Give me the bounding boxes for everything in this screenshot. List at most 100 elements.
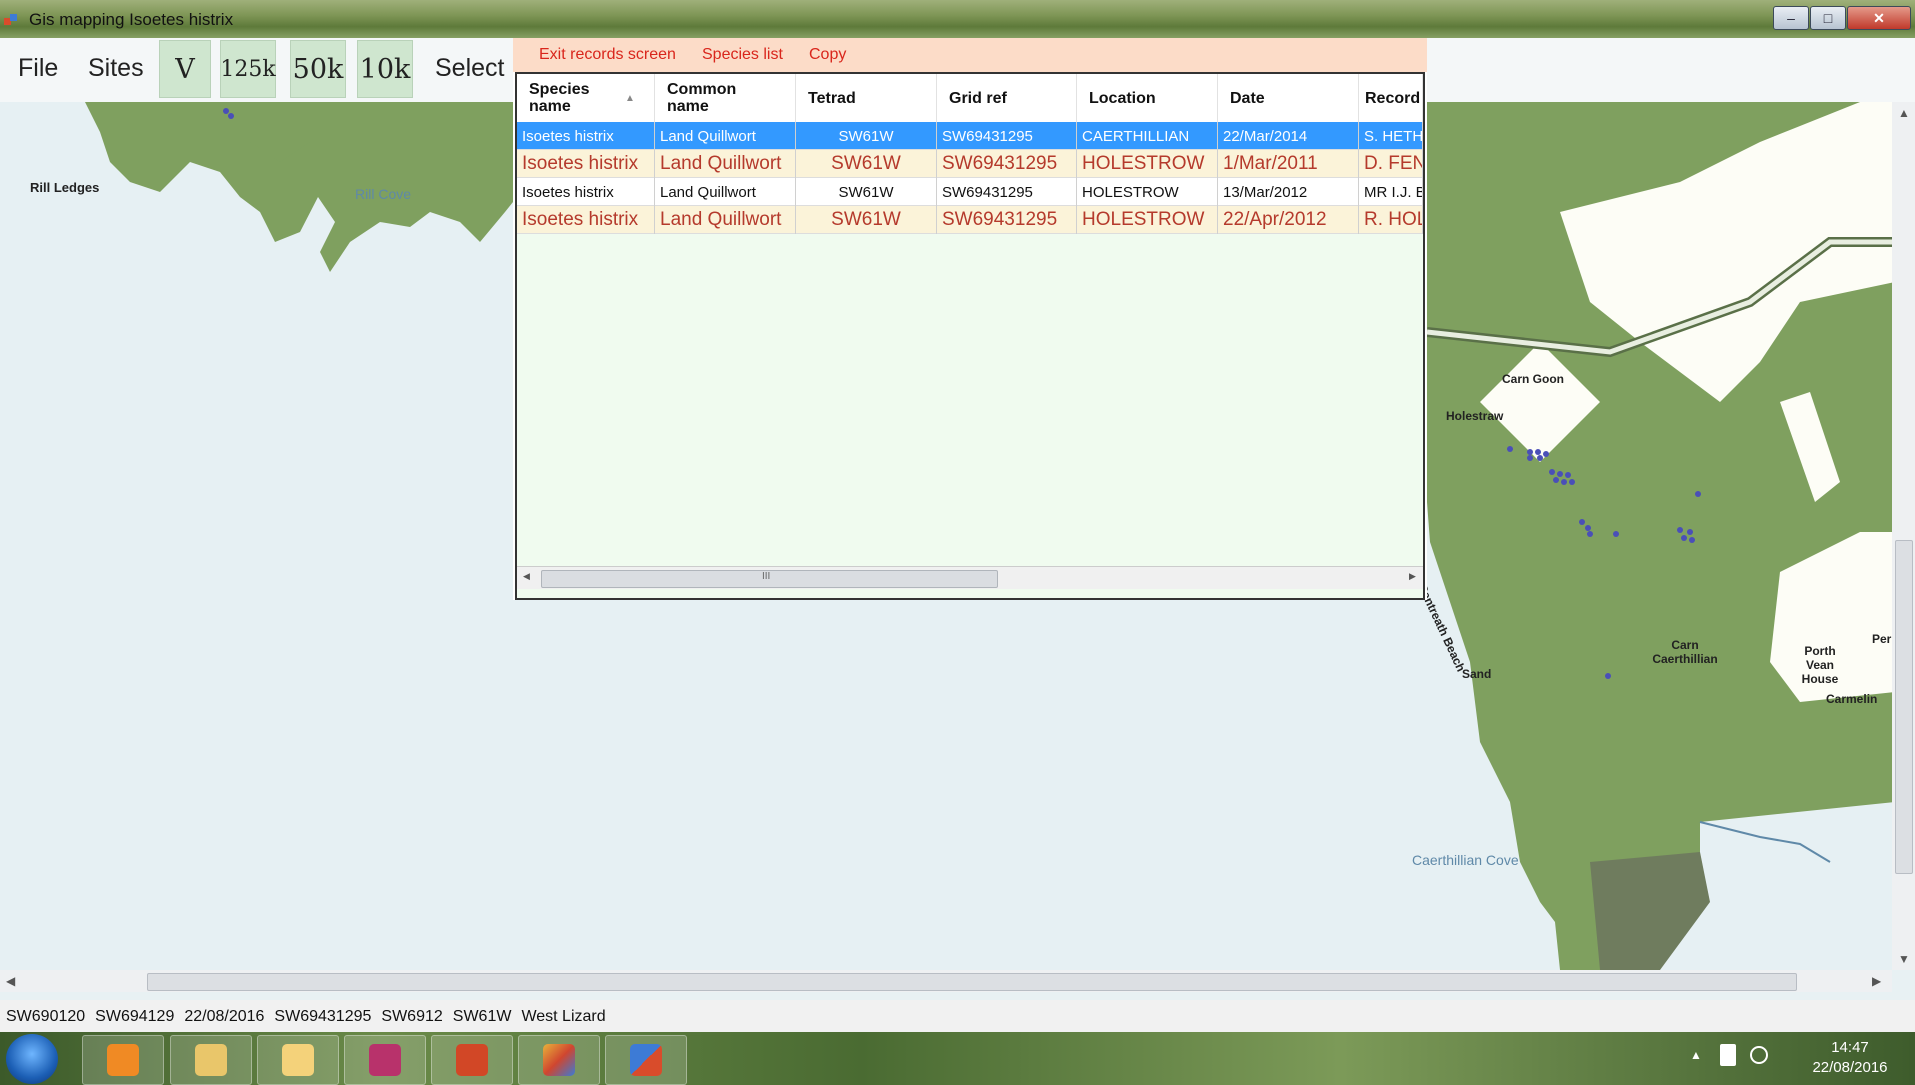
map-label-carn-caerthillian: Carn Caerthillian: [1652, 638, 1718, 666]
scroll-up-arrow-icon[interactable]: ▲: [1898, 106, 1910, 120]
cell-gridref[interactable]: SW69431295: [937, 178, 1077, 206]
cell-date[interactable]: 22/Apr/2012: [1218, 206, 1359, 234]
copy-button[interactable]: Copy: [809, 46, 846, 64]
taskbar-media-player[interactable]: [82, 1035, 164, 1085]
cell-location[interactable]: CAERTHILLIAN: [1077, 122, 1218, 150]
records-menu-bar: Exit records screen Species list Copy: [513, 38, 1427, 72]
cell-gridref[interactable]: SW69431295: [937, 206, 1077, 234]
cell-species[interactable]: Isoetes histrix: [517, 122, 655, 150]
scroll-left-arrow-icon[interactable]: ◀: [6, 974, 15, 988]
scale-button-50k[interactable]: 50k: [290, 40, 346, 98]
scale-button-10k[interactable]: 10k: [357, 40, 413, 98]
taskbar-explorer[interactable]: [170, 1035, 252, 1085]
scroll-right-arrow-icon[interactable]: ▶: [1872, 974, 1881, 988]
cell-recorder[interactable]: S. HETH: [1359, 122, 1423, 150]
table-row[interactable]: Isoetes histrix Land Quillwort SW61W SW6943…: [517, 178, 1423, 206]
minimize-button[interactable]: –: [1773, 6, 1809, 30]
show-hidden-icons-icon[interactable]: ▲: [1690, 1048, 1702, 1062]
map-horizontal-scrollbar[interactable]: ◀ ▶: [0, 970, 1892, 992]
col-header-species-label: Species name: [529, 81, 590, 115]
status-bar: SW690120 SW694129 22/08/2016 SW69431295 …: [0, 1000, 1915, 1032]
cell-common[interactable]: Land Quillwort: [655, 122, 796, 150]
window-title-bar: Gis mapping Isoetes histrix – □ ✕: [0, 0, 1915, 38]
maximize-button[interactable]: □: [1810, 6, 1846, 30]
grid-scroll-left-icon[interactable]: ◀: [523, 571, 530, 582]
map-horizontal-scroll-thumb[interactable]: [147, 973, 1797, 991]
col-header-date[interactable]: Date: [1218, 74, 1359, 122]
map-label-rill-cove: Rill Cove: [355, 186, 412, 202]
scale-button-v[interactable]: V: [159, 40, 211, 98]
taskbar-paint[interactable]: [518, 1035, 600, 1085]
map-label-sand: Sand: [1462, 667, 1492, 681]
taskbar-outlook[interactable]: [257, 1035, 339, 1085]
grid-scroll-right-icon[interactable]: ▶: [1409, 571, 1416, 582]
grid-header: Species name ▲ Common name Tetrad Grid r…: [517, 74, 1423, 123]
cell-tetrad[interactable]: SW61W: [796, 122, 937, 150]
species-list-button[interactable]: Species list: [702, 46, 783, 64]
col-header-gridref-label: Grid ref: [949, 89, 1007, 107]
taskbar-clock[interactable]: 14:47 22/08/2016: [1795, 1038, 1905, 1078]
cell-gridref[interactable]: SW69431295: [937, 122, 1077, 150]
col-header-location[interactable]: Location: [1077, 74, 1218, 122]
cell-tetrad[interactable]: SW61W: [796, 150, 937, 178]
cell-common[interactable]: Land Quillwort: [655, 150, 796, 178]
table-row[interactable]: Isoetes histrix Land Quillwort SW61W SW6943…: [517, 122, 1423, 150]
table-row[interactable]: Isoetes histrix Land Quillwort SW61W SW6943…: [517, 150, 1423, 178]
cell-species[interactable]: Isoetes histrix: [517, 150, 655, 178]
col-header-recorder[interactable]: Record: [1359, 74, 1423, 122]
close-button[interactable]: ✕: [1847, 6, 1911, 30]
access-icon: [369, 1044, 401, 1076]
col-header-tetrad[interactable]: Tetrad: [796, 74, 937, 122]
sync-icon[interactable]: [1750, 1046, 1768, 1064]
records-grid[interactable]: Species name ▲ Common name Tetrad Grid r…: [515, 72, 1425, 600]
menu-select[interactable]: Select: [435, 54, 504, 83]
cell-gridref[interactable]: SW69431295: [937, 150, 1077, 178]
table-row[interactable]: Isoetes histrix Land Quillwort SW61W SW6943…: [517, 206, 1423, 234]
status-items: SW690120 SW694129 22/08/2016 SW69431295 …: [6, 1008, 606, 1026]
menu-sites[interactable]: Sites: [88, 54, 144, 83]
map-vertical-scroll-thumb[interactable]: [1895, 540, 1913, 874]
cell-tetrad[interactable]: SW61W: [796, 178, 937, 206]
status-date: 22/08/2016: [184, 1008, 265, 1025]
cell-species[interactable]: Isoetes histrix: [517, 178, 655, 206]
cell-date[interactable]: 13/Mar/2012: [1218, 178, 1359, 206]
start-button-icon[interactable]: [6, 1034, 58, 1084]
clock-time: 14:47: [1831, 1039, 1869, 1056]
col-header-location-label: Location: [1089, 89, 1156, 107]
exit-records-button[interactable]: Exit records screen: [539, 46, 676, 64]
cell-date[interactable]: 1/Mar/2011: [1218, 150, 1359, 178]
taskbar-powerpoint[interactable]: [431, 1035, 513, 1085]
status-square: SW6912: [381, 1008, 443, 1025]
app-icon: [4, 14, 17, 25]
taskbar-access[interactable]: [344, 1035, 426, 1085]
map-vertical-scrollbar[interactable]: ▲ ▼: [1892, 102, 1915, 970]
col-header-common[interactable]: Common name: [655, 74, 796, 122]
map-label-per: Per: [1872, 632, 1892, 646]
taskbar: ▲ 14:47 22/08/2016: [0, 1032, 1915, 1085]
cell-recorder[interactable]: D. FEN: [1359, 150, 1423, 178]
grid-scroll-thumb[interactable]: III: [541, 570, 998, 588]
cell-common[interactable]: Land Quillwort: [655, 178, 796, 206]
cell-species[interactable]: Isoetes histrix: [517, 206, 655, 234]
menu-file[interactable]: File: [18, 54, 58, 83]
cell-location[interactable]: HOLESTROW: [1077, 178, 1218, 206]
power-icon[interactable]: [1720, 1044, 1736, 1066]
cell-location[interactable]: HOLESTROW: [1077, 206, 1218, 234]
cell-recorder[interactable]: MR I.J. B: [1359, 178, 1423, 206]
records-panel: Exit records screen Species list Copy Sp…: [513, 38, 1427, 600]
taskbar-gis-app[interactable]: [605, 1035, 687, 1085]
cell-tetrad[interactable]: SW61W: [796, 206, 937, 234]
cell-date[interactable]: 22/Mar/2014: [1218, 122, 1359, 150]
cell-location[interactable]: HOLESTROW: [1077, 150, 1218, 178]
cell-common[interactable]: Land Quillwort: [655, 206, 796, 234]
scroll-down-arrow-icon[interactable]: ▼: [1898, 952, 1910, 966]
col-header-recorder-label: Record: [1365, 89, 1421, 107]
col-header-species[interactable]: Species name ▲: [517, 74, 655, 122]
col-header-tetrad-label: Tetrad: [808, 89, 856, 107]
col-header-gridref[interactable]: Grid ref: [937, 74, 1077, 122]
cell-recorder[interactable]: R. HOL: [1359, 206, 1423, 234]
map-label-porth-vean-house: Porth Vean House: [1801, 644, 1839, 686]
map-label-carn-goon: Carn Goon: [1502, 372, 1564, 386]
grid-horizontal-scrollbar[interactable]: ◀ III ▶: [517, 566, 1423, 589]
scale-button-125k[interactable]: 125k: [220, 40, 276, 98]
